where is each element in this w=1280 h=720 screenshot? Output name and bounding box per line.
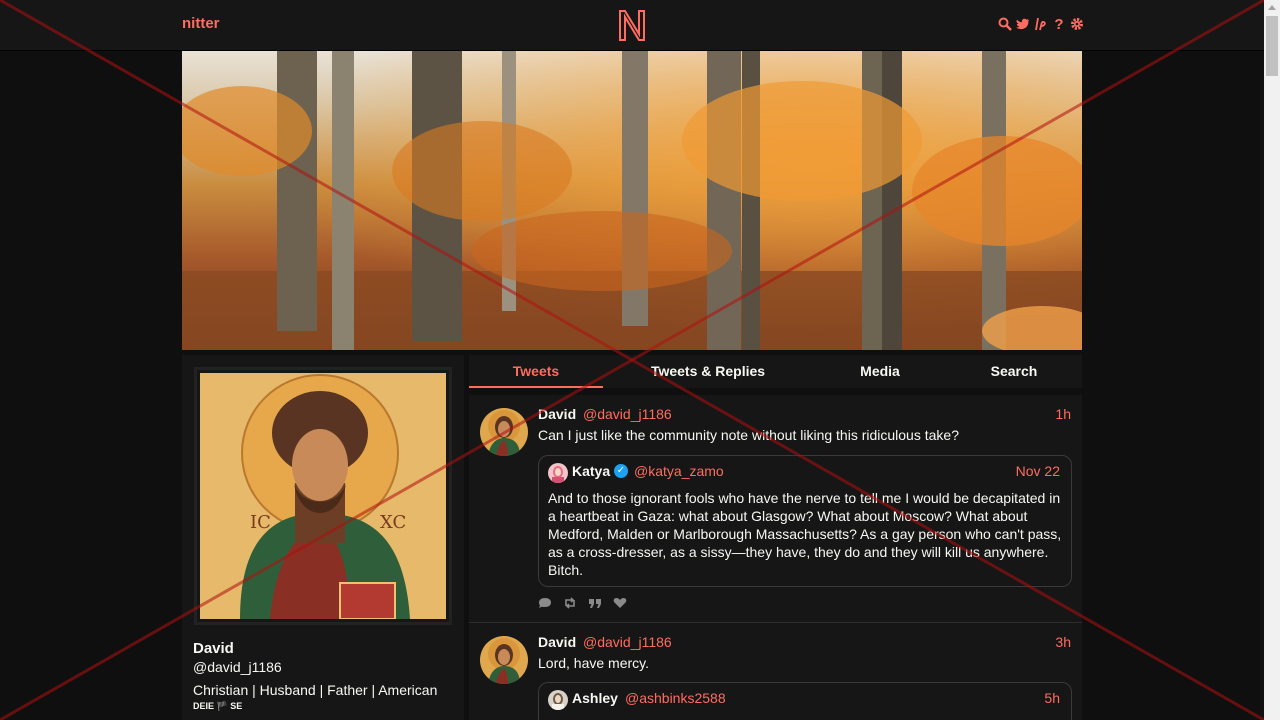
tweet-date[interactable]: 1h: [1055, 406, 1071, 422]
icon-portrait-image: IC XC: [200, 373, 446, 619]
profile-name: David: [193, 640, 234, 657]
timeline-tabs: Tweets Tweets & Replies Media Search: [469, 355, 1082, 388]
search-icon[interactable]: [998, 16, 1012, 32]
brand-link[interactable]: nitter: [182, 15, 220, 32]
profile-bio-extra: DEIE 🏴 SE: [193, 701, 243, 711]
verified-badge-icon: ✓: [614, 464, 628, 478]
nitter-logo-icon[interactable]: [617, 8, 647, 42]
profile-bio: Christian | Husband | Father | American: [193, 682, 438, 698]
tab-media[interactable]: Media: [815, 355, 945, 388]
timeline: David @david_j1186 1h Can I just like th…: [469, 395, 1082, 720]
profile-banner[interactable]: [182, 51, 1082, 350]
quote-author-handle[interactable]: @ashbinks2588: [625, 690, 726, 706]
tweet-author-handle[interactable]: @david_j1186: [583, 406, 672, 422]
profile-handle[interactable]: @david_j1186: [193, 659, 282, 675]
autumn-forest-image: [182, 51, 1082, 350]
tweet-author-name[interactable]: David: [538, 634, 576, 650]
heart-icon[interactable]: [613, 597, 627, 609]
tweet-author-handle[interactable]: @david_j1186: [583, 634, 672, 650]
gear-icon[interactable]: [1070, 16, 1084, 32]
tweet-stats: [538, 597, 627, 609]
quote-date[interactable]: 5h: [1044, 690, 1060, 706]
tab-tweets-replies[interactable]: Tweets & Replies: [623, 355, 793, 388]
svg-text:IC: IC: [250, 512, 271, 533]
tweet-text: Lord, have mercy.: [538, 655, 650, 671]
quote-icon[interactable]: [588, 597, 602, 609]
retweet-icon[interactable]: [563, 597, 577, 609]
tweet-avatar[interactable]: [480, 408, 528, 456]
tweet-text: Can I just like the community note witho…: [538, 427, 959, 443]
scroll-thumb[interactable]: [1266, 16, 1278, 76]
quote-avatar[interactable]: [548, 463, 568, 483]
page-scrollbar[interactable]: [1264, 0, 1280, 720]
profile-avatar[interactable]: IC XC: [194, 367, 452, 625]
quote-text: And to those ignorant fools who have the…: [548, 490, 1062, 578]
quote-date[interactable]: Nov 22: [1016, 463, 1060, 479]
scroll-up-arrow-icon[interactable]: [1268, 5, 1276, 10]
tab-search[interactable]: Search: [949, 355, 1079, 388]
lp-icon[interactable]: [1034, 16, 1048, 32]
tweet-author-name[interactable]: David: [538, 406, 576, 422]
tweet-date[interactable]: 3h: [1055, 634, 1071, 650]
quote-author-name[interactable]: Ashley: [572, 690, 618, 706]
comment-icon[interactable]: [538, 597, 552, 609]
profile-card: IC XC David @david_j1186 Christian | Hus…: [182, 355, 464, 720]
quote-avatar[interactable]: [548, 690, 568, 710]
svg-text:XC: XC: [380, 512, 406, 533]
tweet-item[interactable]: David @david_j1186 3h Lord, have mercy. …: [469, 623, 1082, 720]
tweet-item[interactable]: David @david_j1186 1h Can I just like th…: [469, 395, 1082, 623]
help-icon[interactable]: ?: [1052, 16, 1066, 33]
top-navbar: nitter ?: [0, 0, 1264, 51]
quote-author-name[interactable]: Katya: [572, 463, 610, 479]
nav-icon-group: ?: [998, 16, 1084, 33]
quoted-tweet[interactable]: Ashley @ashbinks2588 5h: [538, 682, 1072, 720]
quoted-tweet[interactable]: Katya ✓ @katya_zamo Nov 22 And to those …: [538, 455, 1072, 587]
quote-author-handle[interactable]: @katya_zamo: [634, 463, 724, 479]
twitter-bird-icon[interactable]: [1016, 16, 1030, 32]
tab-tweets[interactable]: Tweets: [469, 355, 603, 388]
tweet-avatar[interactable]: [480, 636, 528, 684]
